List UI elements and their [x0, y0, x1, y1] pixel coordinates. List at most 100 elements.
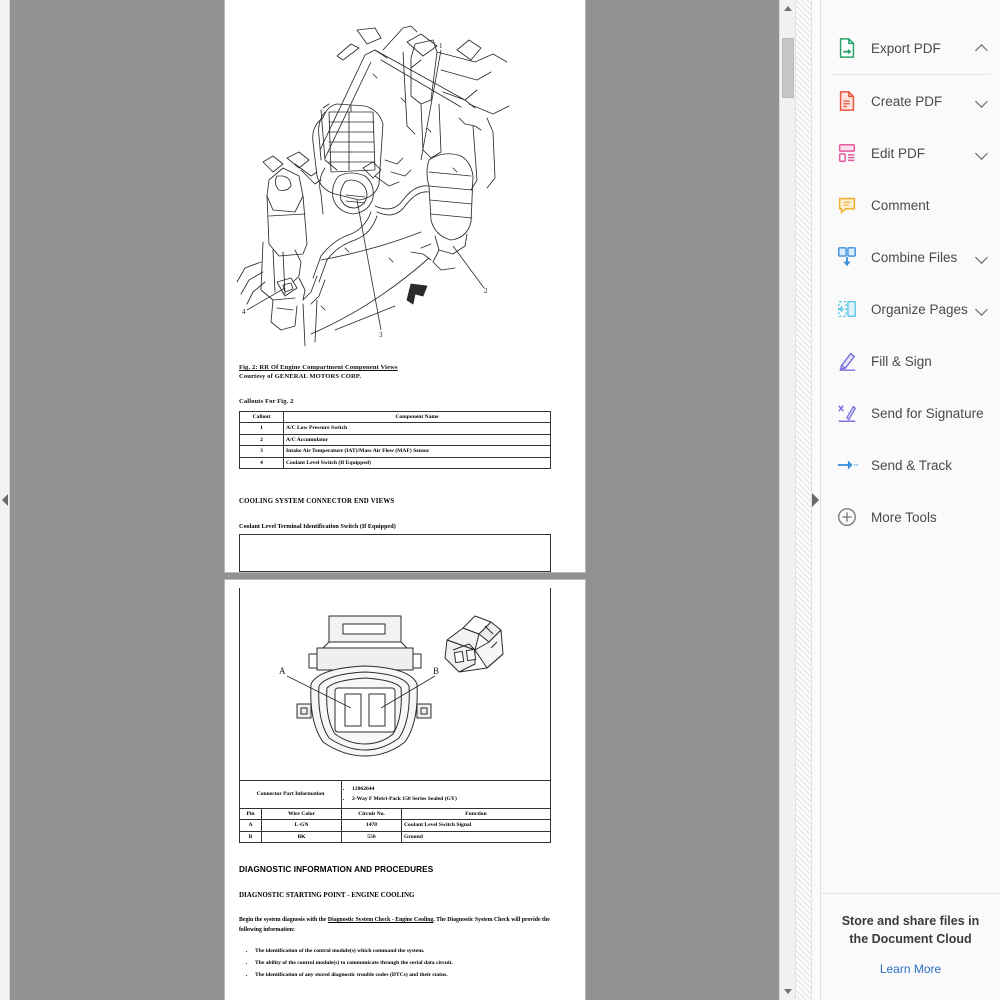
- diagram-callout-1: 1: [439, 42, 443, 50]
- tool-item-organize-pages[interactable]: Organize Pages: [821, 283, 1000, 335]
- tool-item-fill-sign[interactable]: Fill & Sign: [821, 335, 1000, 387]
- chevron-down-icon[interactable]: [976, 251, 988, 263]
- tool-item-label: More Tools: [871, 509, 937, 525]
- page-scroll-area[interactable]: 1 2 3 4 Fig. 2: RR Of Engine Compartment…: [10, 0, 795, 1000]
- function-value: Ground: [401, 830, 551, 844]
- scrollbar-thumb[interactable]: [782, 38, 794, 98]
- diagram-callout-3: 3: [379, 331, 383, 339]
- wire-color-value: L-GN: [261, 819, 342, 832]
- send-and-track-icon: [835, 453, 859, 477]
- chevron-down-icon: [784, 989, 792, 994]
- document-page-1: 1 2 3 4 Fig. 2: RR Of Engine Compartment…: [225, 0, 585, 572]
- part-info-items: 12062644 2-Way F Metri-Pack 150 Series Se…: [341, 780, 551, 809]
- bullet-item: The identification of the control module…: [255, 947, 555, 957]
- tool-item-combine-files[interactable]: Combine Files: [821, 231, 1000, 283]
- callout-number: 1: [239, 422, 284, 435]
- component-name: Coolant Level Switch (If Equipped): [283, 456, 551, 469]
- learn-more-link[interactable]: Learn More: [880, 962, 941, 976]
- tools-panel: Export PDF Create PDF Edit PDF Comment Combi…: [820, 0, 1000, 1000]
- th-circuit-no: Circuit No.: [341, 807, 402, 821]
- scroll-up-button[interactable]: [780, 0, 796, 17]
- tool-item-comment[interactable]: Comment: [821, 179, 1000, 231]
- combine-files-icon: [835, 245, 859, 269]
- component-name: Intake Air Temperature (IAT)/Mass Air Fl…: [283, 445, 551, 458]
- organize-pages-icon: [835, 297, 859, 321]
- diagnostic-starting-point-heading: DIAGNOSTIC STARTING POINT - ENGINE COOLI…: [239, 891, 415, 899]
- diagnostic-information-heading: DIAGNOSTIC INFORMATION AND PROCEDURES: [239, 865, 434, 874]
- document-viewer: 1 2 3 4 Fig. 2: RR Of Engine Compartment…: [0, 0, 820, 1000]
- component-name: A/C Accumulator: [283, 433, 551, 447]
- connector-header-row: Pin Wire Color Circuit No. Function: [239, 807, 551, 821]
- callouts-table: Callout Component Name 1 A/C Low Pressure…: [239, 410, 551, 469]
- document-page-2: A B Connector Part Information 12062644 2…: [225, 580, 585, 1000]
- chevron-down-icon[interactable]: [976, 147, 988, 159]
- part-info-row: Connector Part Information 12062644 2-Way…: [239, 780, 551, 809]
- chevron-down-icon[interactable]: [976, 303, 988, 315]
- tool-item-edit-pdf[interactable]: Edit PDF: [821, 127, 1000, 179]
- th-component-name: Component Name: [283, 410, 551, 424]
- diagnostic-paragraph: Begin the system diagnosis with the Diag…: [239, 916, 551, 935]
- send-for-signature-icon: [835, 401, 859, 425]
- circuit-no-value: 1478: [341, 819, 402, 832]
- chevron-up-icon[interactable]: [976, 42, 988, 54]
- table-header-row: Callout Component Name: [239, 410, 551, 424]
- cooling-connector-section-heading: COOLING SYSTEM CONNECTOR END VIEWS: [239, 498, 395, 505]
- tool-item-label: Combine Files: [871, 249, 958, 265]
- paragraph-pre: Begin the system diagnosis with the: [239, 917, 328, 923]
- tool-item-label: Export PDF: [871, 40, 941, 56]
- connector-part-information-table: Connector Part Information 12062644 2-Way…: [239, 780, 551, 844]
- pane-resize-strip[interactable]: [795, 0, 812, 1000]
- chevron-down-icon[interactable]: [976, 95, 988, 107]
- part-info-item: 12062644: [352, 785, 548, 793]
- callouts-title: Callouts For Fig. 2: [239, 398, 294, 405]
- tool-item-label: Send & Track: [871, 457, 953, 473]
- tool-item-export-pdf[interactable]: Export PDF: [821, 22, 1000, 74]
- tool-item-send-for-signature[interactable]: Send for Signature: [821, 387, 1000, 439]
- th-pin: Pin: [239, 807, 262, 821]
- tool-item-label: Comment: [871, 197, 930, 213]
- diagnostic-system-check-link[interactable]: Diagnostic System Check - Engine Cooling: [328, 917, 433, 923]
- table-row: 2 A/C Accumulator: [239, 433, 551, 447]
- tool-item-send-track[interactable]: Send & Track: [821, 439, 1000, 491]
- scroll-down-button[interactable]: [780, 983, 796, 1000]
- callout-number: 4: [239, 456, 284, 469]
- fill-and-sign-icon: [835, 349, 859, 373]
- comment-icon: [835, 193, 859, 217]
- part-info-item: 2-Way F Metri-Pack 150 Series Sealed (GY…: [352, 795, 548, 803]
- connector-diagram-frame-top: [239, 534, 551, 572]
- bullet-item: The ability of the control module(s) to …: [255, 959, 555, 969]
- vertical-scrollbar[interactable]: [779, 0, 796, 1000]
- connector-end-view-diagram: A B: [279, 615, 504, 757]
- component-name: A/C Low Pressure Switch: [283, 422, 551, 435]
- more-tools-icon: [835, 505, 859, 529]
- connector-pin-label-b: B: [433, 666, 439, 676]
- callout-number: 3: [239, 445, 284, 458]
- tools-list: Export PDF Create PDF Edit PDF Comment Combi…: [821, 0, 1000, 543]
- table-row: 1 A/C Low Pressure Switch: [239, 422, 551, 435]
- part-info-label: Connector Part Information: [239, 780, 342, 809]
- callout-number: 2: [239, 433, 284, 447]
- right-pane-collapse-handle[interactable]: [812, 0, 820, 1000]
- tool-item-label: Edit PDF: [871, 145, 926, 161]
- th-function: Function: [401, 807, 551, 821]
- edit-pdf-icon: [835, 141, 859, 165]
- table-row: 4 Coolant Level Switch (If Equipped): [239, 456, 551, 469]
- tool-item-create-pdf[interactable]: Create PDF: [821, 75, 1000, 127]
- left-pane-collapse-handle[interactable]: [0, 0, 10, 1000]
- tool-item-more-tools[interactable]: More Tools: [821, 491, 1000, 543]
- chevron-up-icon: [784, 6, 792, 11]
- diagram-callout-2: 2: [484, 287, 488, 295]
- wire-color-value: BK: [261, 830, 342, 844]
- tool-item-label: Send for Signature: [871, 405, 984, 421]
- diagnostic-bullet-list: The identification of the control module…: [255, 947, 555, 982]
- export-pdf-icon: [835, 36, 859, 60]
- collapse-left-icon: [2, 494, 8, 506]
- connector-pin-label-a: A: [279, 666, 286, 676]
- circuit-no-value: 550: [341, 830, 402, 844]
- function-value: Coolant Level Switch Signal: [401, 819, 551, 832]
- tool-item-label: Create PDF: [871, 93, 943, 109]
- table-row: B BK 550 Ground: [239, 830, 551, 844]
- figure-courtesy: Courtesy of GENERAL MOTORS CORP.: [239, 372, 362, 380]
- document-cloud-promo: Store and share files in the Document Cl…: [821, 892, 1000, 1000]
- th-callout: Callout: [239, 410, 284, 424]
